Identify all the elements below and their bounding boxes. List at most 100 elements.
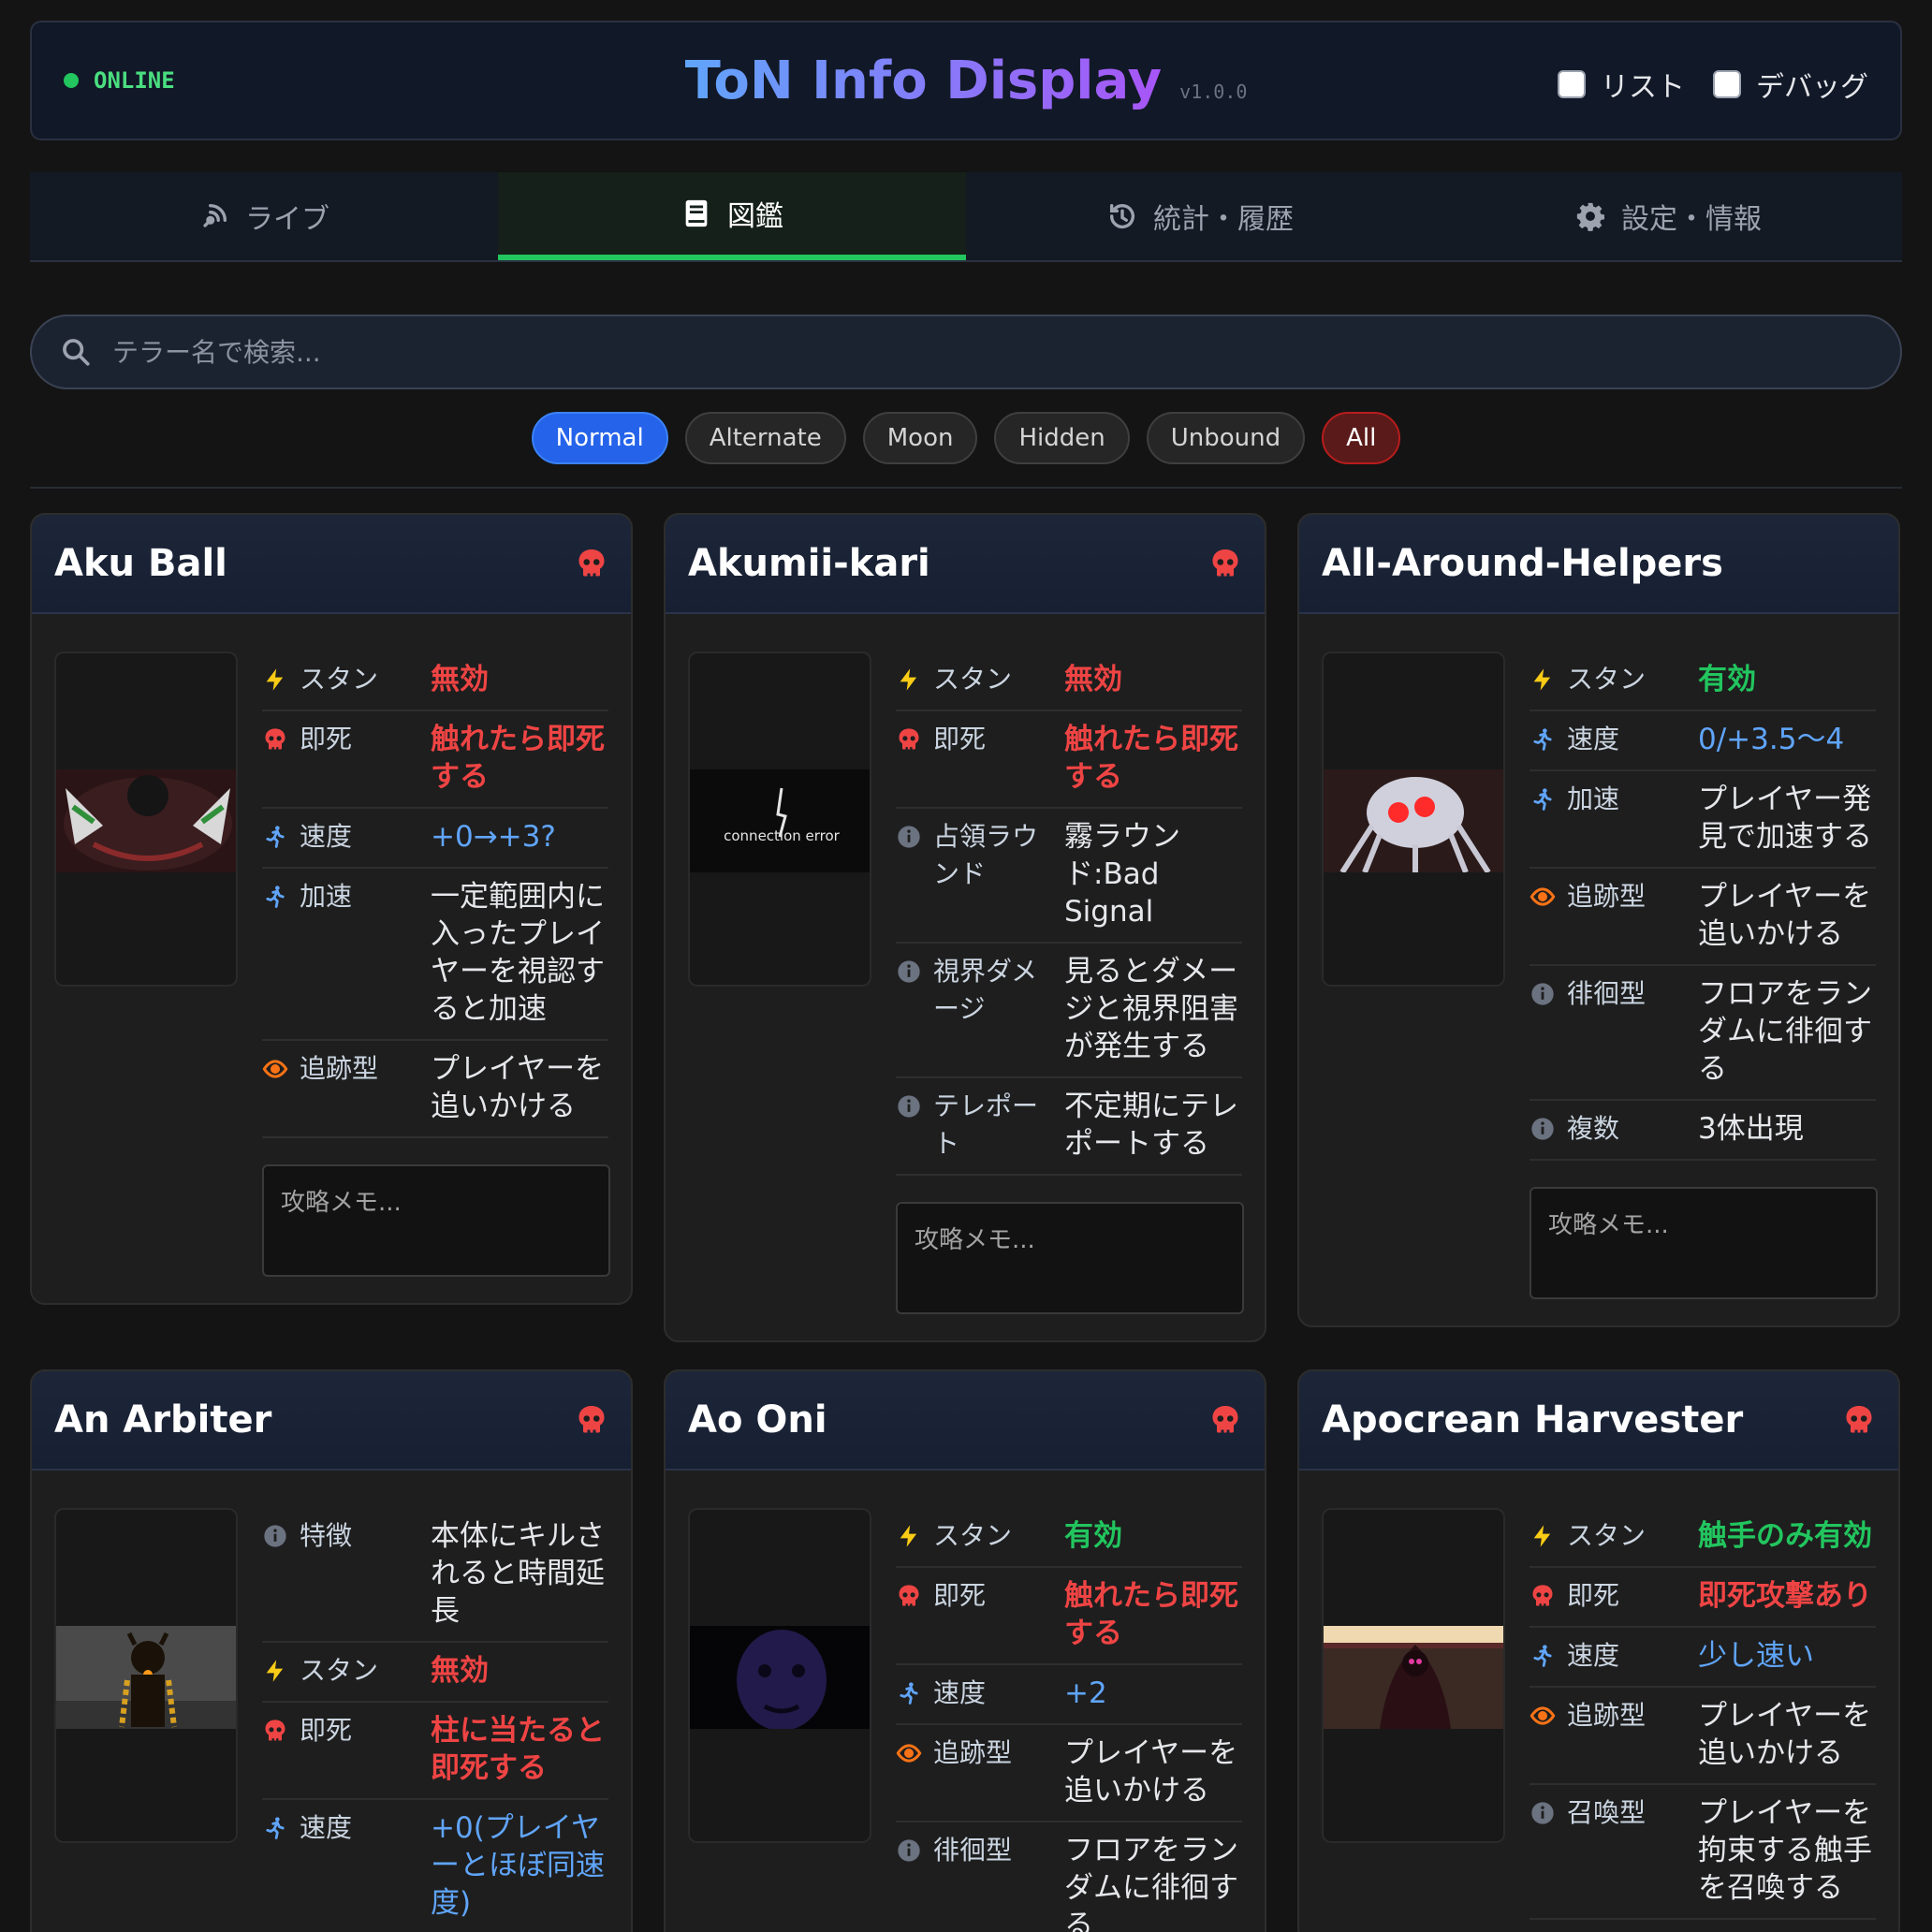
eye-icon [262, 1050, 300, 1088]
attribute-row: スタン 有効 [1530, 651, 1876, 711]
filter-hidden[interactable]: Hidden [994, 412, 1130, 464]
attribute-value: 触れたら即死する [1064, 723, 1238, 794]
main-tabs: ライブ 図鑑 統計・履歴 設定・情報 [30, 172, 1902, 262]
attribute-row: スタン 有効 [896, 1508, 1242, 1568]
card-body: スタン 有効 即死 触れたら即死する 速度 +2 追跡型 プレイヤーを追いかける… [666, 1471, 1265, 1932]
attribute-row: スタン 触手のみ有効 [1530, 1508, 1876, 1568]
attribute-row: 追跡型 プレイヤーを追いかける [1530, 869, 1876, 966]
attribute-list: スタン 有効 即死 触れたら即死する 速度 +2 追跡型 プレイヤーを追いかける… [896, 1508, 1242, 1932]
list-toggle[interactable]: リスト [1558, 64, 1685, 105]
search-icon [63, 339, 90, 366]
info-icon [1530, 975, 1567, 1013]
terror-name: Ao Oni [688, 1398, 827, 1442]
attribute-row: 即死 触れたら即死する [896, 711, 1242, 809]
attribute-row: 加速 一定範囲内に入ったプレイヤーを視認すると加速 [262, 869, 608, 1041]
terror-card-all-around-helpers[interactable]: All-Around-Helpers スタン 有効 速度 0/+3.5〜4 加速… [1297, 513, 1900, 1327]
list-checkbox[interactable] [1558, 70, 1586, 98]
info-icon [896, 1832, 933, 1869]
search-bar[interactable] [30, 315, 1902, 389]
terror-card-ao-oni[interactable]: Ao Oni スタン 有効 即死 触れたら即死する 速度 +2 追跡型 プレイヤ… [664, 1369, 1266, 1932]
strategy-memo-input[interactable] [262, 1164, 610, 1277]
attribute-row: 追跡型 プレイヤーを追いかける [262, 1041, 608, 1138]
attribute-row: スタン 無効 [262, 651, 608, 711]
skull-icon [575, 1403, 608, 1437]
lightning-icon [896, 1517, 933, 1555]
tab-live[interactable]: ライブ [30, 172, 498, 260]
terror-card-aku-ball[interactable]: Aku Ball スタン 無効 即死 触れたら即死する 速度 +0→+3? 加速… [30, 513, 633, 1305]
terror-image [1322, 1508, 1505, 1843]
lightning-icon [1530, 661, 1567, 698]
terror-thumbnail [1324, 769, 1503, 872]
divider [30, 487, 1902, 489]
attribute-row: 占領ラウンド 霧ラウンド:Bad Signal [896, 809, 1242, 944]
terror-thumbnail [690, 1626, 870, 1729]
attribute-row: 速度 +0→+3? [262, 809, 608, 869]
info-icon [1530, 1794, 1567, 1832]
tab-encyclopedia[interactable]: 図鑑 [498, 172, 966, 260]
terror-card-akumii-kari[interactable]: Akumii-kari connection error スタン 無効 即死 触… [664, 513, 1266, 1342]
attribute-label: 即死 [300, 1715, 353, 1746]
attribute-value: 有効 [1064, 1519, 1122, 1553]
terror-card-an-arbiter[interactable]: An Arbiter 特徴 本体にキルされると時間延長 スタン 無効 即死 柱に… [30, 1369, 633, 1932]
attribute-value: フロアをランダムに徘徊する [1064, 1834, 1238, 1932]
attribute-row: 速度 +2 [896, 1665, 1242, 1725]
attribute-row: 追跡型 プレイヤーを追いかける [896, 1725, 1242, 1822]
tab-settings[interactable]: 設定・情報 [1434, 172, 1902, 260]
terror-image [54, 651, 238, 987]
card-body: スタン 無効 即死 触れたら即死する 速度 +0→+3? 加速 一定範囲内に入っ… [32, 614, 631, 1303]
skull-icon [1208, 1403, 1242, 1437]
filter-moon[interactable]: Moon [862, 412, 978, 464]
strategy-memo-input[interactable] [1530, 1187, 1878, 1299]
attribute-label: 占領ラウンド [933, 821, 1039, 889]
debug-toggle[interactable]: デバッグ [1713, 64, 1868, 105]
terror-image [54, 1508, 238, 1843]
skull-icon [262, 1712, 300, 1749]
filter-all[interactable]: All [1322, 412, 1401, 464]
attribute-row: 速度 +0(プレイヤーとほぼ同速度) [262, 1800, 608, 1932]
attribute-value: 不定期にテレポートする [1064, 1090, 1238, 1161]
terror-name: Akumii-kari [688, 542, 930, 585]
attribute-label: テレポート [933, 1090, 1039, 1159]
info-icon [896, 953, 933, 990]
attribute-label: 追跡型 [1567, 1700, 1647, 1731]
runner-icon [262, 878, 300, 915]
attribute-label: 加速 [1567, 783, 1620, 814]
attribute-label: 即死 [933, 1580, 987, 1611]
attribute-value: 無効 [431, 1654, 489, 1688]
app-header: ONLINE ToN Info Display v1.0.0 リスト デバッグ [30, 21, 1902, 140]
terror-card-apocrean-harvester[interactable]: Apocrean Harvester スタン 触手のみ有効 即死 即死攻撃あり … [1297, 1369, 1900, 1932]
attribute-label: 即死 [933, 724, 987, 754]
attribute-value: 本体にキルされると時間延長 [431, 1519, 605, 1628]
filter-alternate[interactable]: Alternate [684, 412, 846, 464]
history-icon [1109, 203, 1135, 228]
terror-name: All-Around-Helpers [1322, 542, 1723, 585]
eye-icon [1530, 878, 1567, 915]
runner-icon [262, 1809, 300, 1847]
strategy-memo-input[interactable] [896, 1202, 1244, 1314]
attribute-label: 特徴 [300, 1520, 353, 1551]
attribute-value: プレイヤーを追いかける [1064, 1736, 1238, 1808]
debug-checkbox[interactable] [1713, 70, 1741, 98]
skull-icon [896, 1577, 933, 1615]
attribute-list: スタン 無効 即死 触れたら即死する 占領ラウンド 霧ラウンド:Bad Sign… [896, 651, 1244, 1318]
card-body: スタン 有効 速度 0/+3.5〜4 加速 プレイヤー発見で加速する 追跡型 プ… [1299, 614, 1898, 1325]
terror-thumbnail: connection error [690, 769, 870, 872]
card-header: Ao Oni [666, 1371, 1265, 1471]
attribute-list: スタン 有効 速度 0/+3.5〜4 加速 プレイヤー発見で加速する 追跡型 プ… [1530, 651, 1878, 1303]
attribute-label: 追跡型 [933, 1737, 1013, 1768]
attribute-label: スタン [933, 1520, 1013, 1551]
lightning-icon [262, 661, 300, 698]
attribute-value: プレイヤーを追いかける [1698, 1699, 1872, 1770]
lightning-icon [1530, 1517, 1567, 1555]
skull-icon [1530, 1577, 1567, 1615]
terror-thumbnail [1324, 1626, 1503, 1729]
filter-normal[interactable]: Normal [531, 412, 668, 464]
attribute-label: スタン [300, 664, 379, 695]
tab-history[interactable]: 統計・履歴 [966, 172, 1434, 260]
eye-icon [1530, 1697, 1567, 1734]
search-input[interactable] [112, 336, 1797, 368]
terror-image [688, 1508, 871, 1843]
attribute-value: 柱に当たると即死する [431, 1714, 605, 1785]
attribute-row: 視界ダメージ 見るとダメージと視界阻害が発生する [896, 944, 1242, 1078]
filter-unbound[interactable]: Unbound [1146, 412, 1306, 464]
